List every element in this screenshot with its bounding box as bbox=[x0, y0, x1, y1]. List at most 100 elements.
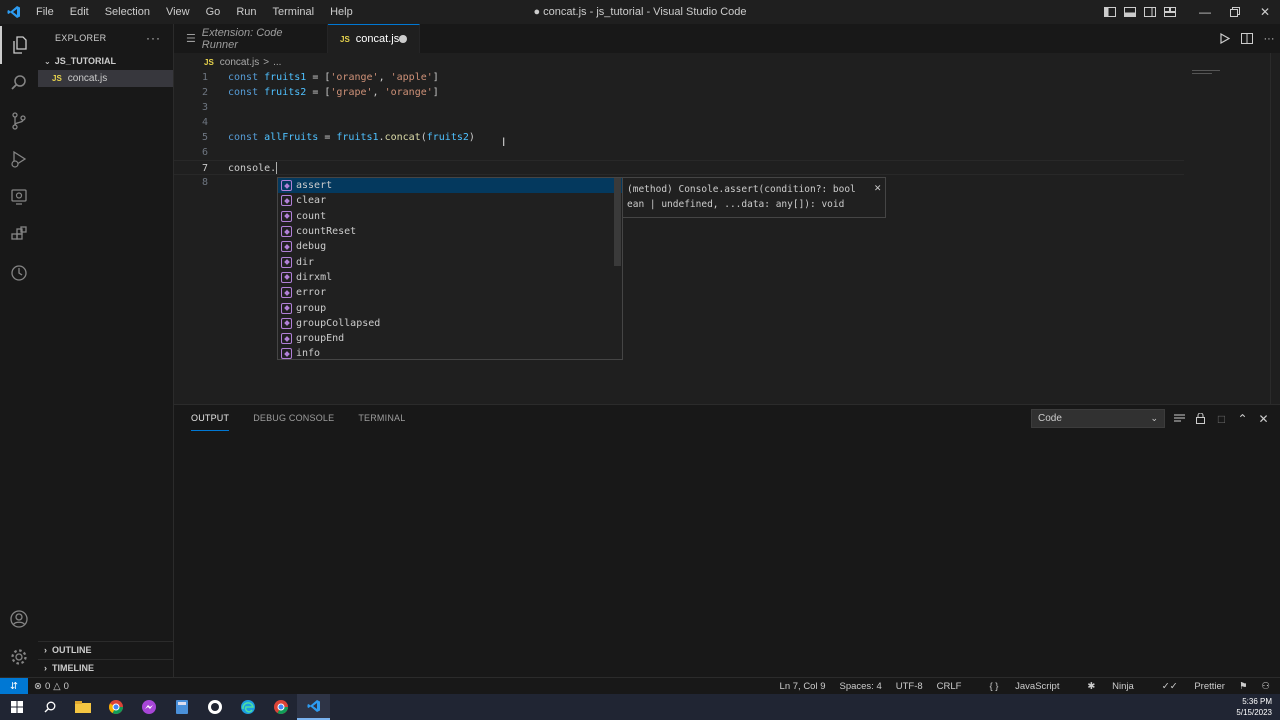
indentation[interactable]: Spaces: 4 bbox=[840, 681, 882, 692]
menu-file[interactable]: File bbox=[28, 0, 62, 24]
chevron-up-icon[interactable]: ⌃ bbox=[1232, 412, 1253, 426]
source-control-icon[interactable] bbox=[0, 102, 38, 140]
timeline-section[interactable]: › TIMELINE bbox=[38, 659, 174, 676]
suggestion-item[interactable]: dir bbox=[278, 254, 622, 269]
maximize-panel-icon[interactable]: □ bbox=[1211, 412, 1232, 426]
split-editor-icon[interactable] bbox=[1236, 33, 1258, 44]
explorer-icon[interactable] bbox=[0, 26, 38, 64]
search-icon[interactable] bbox=[0, 64, 38, 102]
breadcrumb-symbol[interactable]: ... bbox=[273, 57, 281, 68]
error-count: 0 bbox=[44, 680, 51, 692]
suggestion-item[interactable]: debug bbox=[278, 239, 622, 254]
tab-code-runner[interactable]: ☰ Extension: Code Runner bbox=[174, 24, 328, 53]
details-line: (method) Console.assert(condition?: bool bbox=[627, 184, 856, 195]
folder-js-tutorial[interactable]: ⌄ JS_TUTORIAL bbox=[38, 52, 173, 70]
edge-app-icon[interactable] bbox=[231, 694, 264, 720]
more-actions-icon[interactable]: ··· bbox=[146, 31, 161, 45]
file-concat-js[interactable]: JS concat.js bbox=[38, 70, 173, 87]
taskbar-search-icon[interactable] bbox=[33, 694, 66, 720]
code-line: 6 bbox=[174, 145, 1184, 160]
unsaved-dot-icon[interactable] bbox=[399, 35, 407, 43]
minimap[interactable] bbox=[1192, 70, 1220, 78]
breadcrumb-file[interactable]: concat.js bbox=[220, 57, 259, 68]
tab-concat-js[interactable]: JS concat.js bbox=[328, 24, 420, 53]
suggestion-item[interactable]: error bbox=[278, 285, 622, 300]
encoding[interactable]: UTF-8 bbox=[896, 681, 923, 692]
title-bar: File Edit Selection View Go Run Terminal… bbox=[0, 0, 1280, 24]
messenger-app-icon[interactable] bbox=[132, 694, 165, 720]
tab-debug-console[interactable]: DEBUG CONSOLE bbox=[253, 405, 334, 431]
close-window-icon[interactable]: ✕ bbox=[1250, 0, 1280, 24]
minimize-icon[interactable]: — bbox=[1190, 0, 1220, 24]
restore-icon[interactable] bbox=[1220, 0, 1250, 24]
menu-go[interactable]: Go bbox=[198, 0, 229, 24]
notifications-bell-icon[interactable]: ⚇ bbox=[1261, 681, 1270, 692]
editor-more-actions-icon[interactable]: ··· bbox=[1258, 33, 1280, 45]
extensions-icon[interactable] bbox=[0, 216, 38, 254]
suggestion-item[interactable]: countReset bbox=[278, 224, 622, 239]
run-code-icon[interactable] bbox=[1214, 33, 1236, 44]
feedback-icon[interactable]: ⚑ bbox=[1239, 681, 1248, 692]
suggestion-item[interactable]: clear bbox=[278, 193, 622, 208]
lock-scroll-icon[interactable] bbox=[1190, 413, 1211, 424]
suggestion-item[interactable]: info bbox=[278, 346, 622, 361]
customize-layout-icon[interactable] bbox=[1160, 0, 1180, 24]
suggestion-item[interactable]: count bbox=[278, 209, 622, 224]
accounts-icon[interactable] bbox=[0, 600, 38, 638]
outline-section[interactable]: › OUTLINE bbox=[38, 641, 174, 658]
close-details-icon[interactable]: ✕ bbox=[874, 180, 881, 195]
output-channel-select[interactable]: Code ⌄ bbox=[1031, 409, 1165, 428]
suggestion-item[interactable]: dirxml bbox=[278, 270, 622, 285]
suggestion-item[interactable]: groupEnd bbox=[278, 331, 622, 346]
toggle-panel-icon[interactable] bbox=[1120, 0, 1140, 24]
chrome-profile-app-icon[interactable] bbox=[264, 694, 297, 720]
calculator-app-icon[interactable] bbox=[165, 694, 198, 720]
method-icon bbox=[281, 317, 292, 329]
clear-output-icon[interactable] bbox=[1169, 414, 1190, 424]
suggestion-item[interactable]: groupCollapsed bbox=[278, 316, 622, 331]
windows-start-icon[interactable] bbox=[0, 694, 33, 720]
timeline-history-icon[interactable] bbox=[0, 254, 38, 292]
tab-output[interactable]: OUTPUT bbox=[191, 405, 230, 431]
prettier-status[interactable]: ✓✓ Prettier bbox=[1148, 681, 1225, 692]
ninja-status[interactable]: ✱ Ninja bbox=[1073, 681, 1133, 692]
file-explorer-app-icon[interactable] bbox=[66, 694, 99, 720]
tab-label: concat.js bbox=[355, 33, 400, 45]
menu-edit[interactable]: Edit bbox=[62, 0, 97, 24]
settings-gear-icon[interactable] bbox=[0, 638, 38, 676]
remote-explorer-icon[interactable] bbox=[0, 178, 38, 216]
vscode-app-icon[interactable] bbox=[297, 694, 330, 720]
remote-indicator-icon[interactable]: ⇵ bbox=[0, 677, 28, 695]
github-app-icon[interactable] bbox=[198, 694, 231, 720]
end-of-line[interactable]: CRLF bbox=[937, 681, 962, 692]
chrome-app-icon[interactable] bbox=[99, 694, 132, 720]
chevron-down-icon: ⌄ bbox=[44, 56, 51, 66]
language-mode[interactable]: { } JavaScript bbox=[975, 681, 1059, 692]
tab-terminal[interactable]: TERMINAL bbox=[358, 405, 405, 431]
method-icon bbox=[281, 256, 292, 268]
menu-terminal[interactable]: Terminal bbox=[265, 0, 323, 24]
suggestion-item[interactable]: group bbox=[278, 300, 622, 315]
method-icon bbox=[281, 287, 292, 299]
menu-help[interactable]: Help bbox=[322, 0, 361, 24]
editor-scrollbar[interactable] bbox=[1270, 53, 1280, 404]
javascript-file-icon: JS bbox=[204, 57, 214, 67]
menu-run[interactable]: Run bbox=[228, 0, 264, 24]
timeline-label: TIMELINE bbox=[52, 663, 94, 673]
close-panel-icon[interactable]: ✕ bbox=[1253, 412, 1274, 426]
taskbar-clock[interactable]: 5:36 PM 5/15/2023 bbox=[1236, 696, 1272, 718]
mouse-ibeam-icon: I bbox=[502, 135, 506, 149]
menu-selection[interactable]: Selection bbox=[97, 0, 158, 24]
suggestion-scrollbar[interactable] bbox=[614, 178, 621, 266]
javascript-file-icon: JS bbox=[340, 34, 350, 44]
toggle-secondary-sidebar-icon[interactable] bbox=[1140, 0, 1160, 24]
run-debug-icon[interactable] bbox=[0, 140, 38, 178]
problems-indicator[interactable]: ⊗ 0 △ 0 bbox=[34, 681, 69, 692]
menu-view[interactable]: View bbox=[158, 0, 198, 24]
line-number: 4 bbox=[201, 117, 208, 128]
suggestion-item[interactable]: assert bbox=[278, 178, 622, 194]
cursor-position[interactable]: Ln 7, Col 9 bbox=[780, 681, 826, 692]
toggle-primary-sidebar-icon[interactable] bbox=[1100, 0, 1120, 24]
line-number: 1 bbox=[201, 72, 208, 83]
error-icon: ⊗ bbox=[34, 680, 42, 692]
